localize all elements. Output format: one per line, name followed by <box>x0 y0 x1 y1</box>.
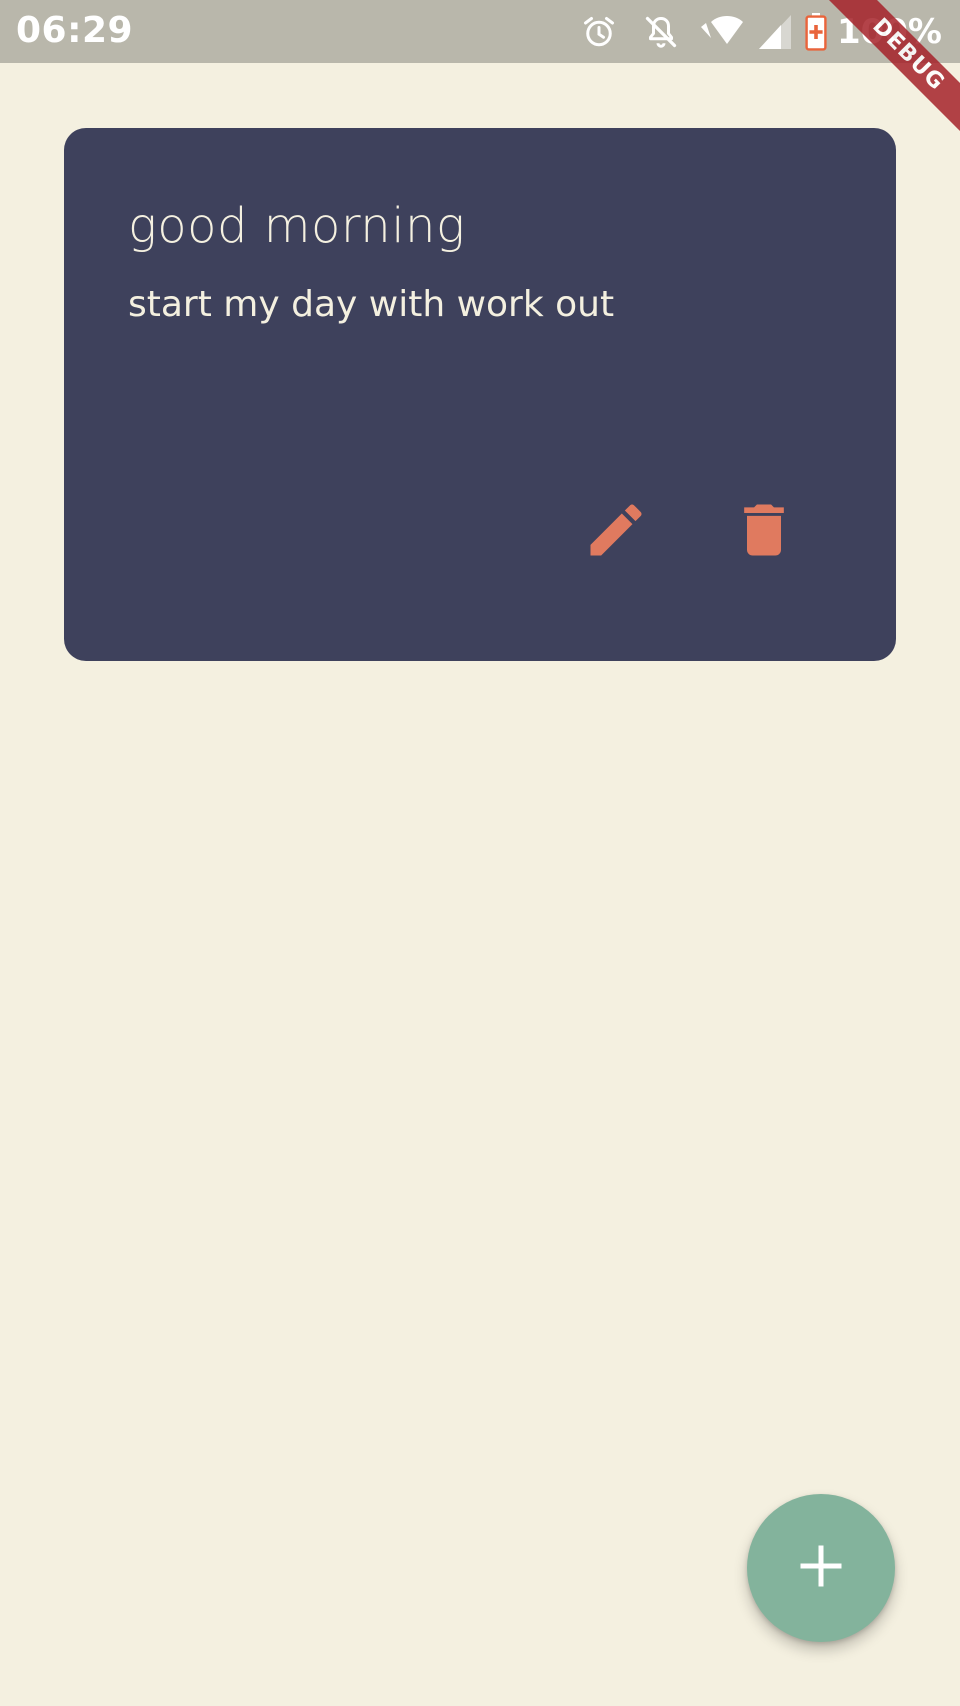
cell-signal-icon <box>758 15 791 49</box>
note-title: good morning <box>128 198 466 254</box>
battery-percent: 100% <box>836 12 942 52</box>
wifi-icon <box>699 12 755 52</box>
status-bar: 06:29 100% <box>0 0 960 63</box>
alarm-icon <box>581 14 617 50</box>
battery-charging-icon <box>805 13 827 51</box>
status-icons: 100% <box>581 10 942 54</box>
add-note-button[interactable] <box>747 1494 895 1642</box>
edit-icon <box>582 496 650 568</box>
status-time: 06:29 <box>16 10 134 51</box>
edit-button[interactable] <box>576 492 656 572</box>
delete-button[interactable] <box>724 492 804 572</box>
add-icon <box>799 1544 843 1592</box>
note-card[interactable]: good morning start my day with work out <box>64 128 896 661</box>
note-body: start my day with work out <box>128 284 615 325</box>
notifications-off-icon <box>643 14 679 50</box>
delete-icon <box>730 496 798 568</box>
